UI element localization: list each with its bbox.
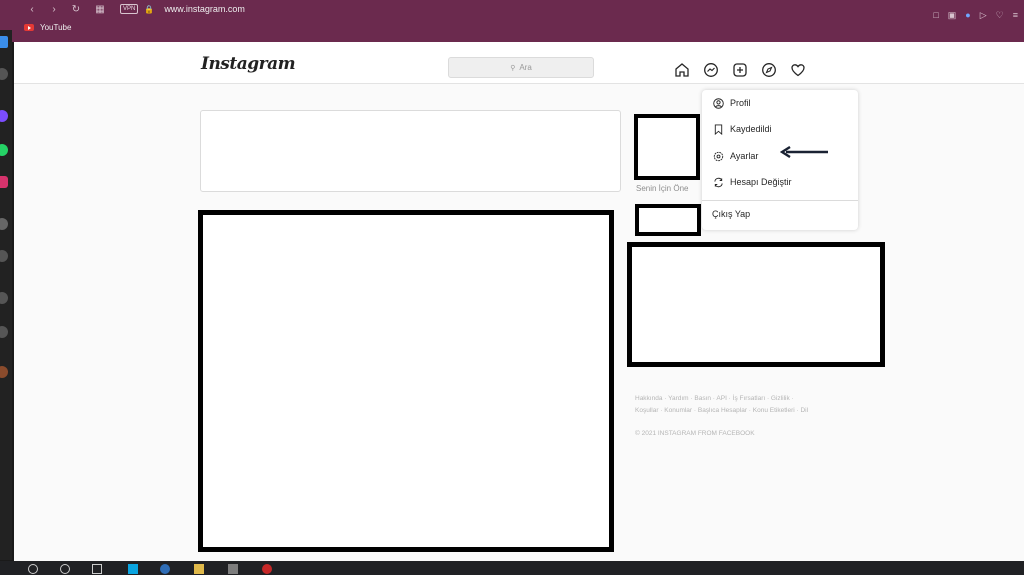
flow-icon[interactable]: ▷ <box>980 10 987 21</box>
menu-icon[interactable]: ≡ <box>1013 10 1018 21</box>
activity-heart-icon[interactable] <box>790 62 806 78</box>
profile-avatar-redacted <box>634 114 700 180</box>
extension-icons: □ ▣ ● ▷ ♡ ≡ <box>933 10 1018 21</box>
search-taskbar-icon[interactable] <box>28 564 38 574</box>
messenger-sidebar-icon[interactable] <box>0 110 8 122</box>
profile-dropdown-menu: Profil Kaydedildi Ayarlar Hesapı Değişti… <box>702 90 858 230</box>
menu-item-label: Kaydedildi <box>730 124 772 134</box>
bookmark-youtube[interactable]: YouTube <box>24 23 71 32</box>
url-field[interactable]: www.instagram.com <box>164 4 245 14</box>
logout-label: Çıkış Yap <box>712 209 751 219</box>
file-explorer-icon[interactable] <box>194 564 204 574</box>
profile-icon <box>712 97 724 109</box>
menu-item-switch-account[interactable]: Hesapı Değiştir <box>702 170 858 194</box>
lock-app-icon[interactable] <box>228 564 238 574</box>
tabs-grid-icon[interactable]: ▦ <box>94 3 106 15</box>
os-taskbar <box>0 561 1024 575</box>
home-icon[interactable] <box>674 62 690 78</box>
bookmark-label: YouTube <box>40 23 72 32</box>
wallet-icon[interactable]: ▣ <box>948 10 957 21</box>
heart-sidebar-icon[interactable] <box>0 292 8 304</box>
snapshot-icon[interactable]: □ <box>933 10 938 21</box>
extension-sidebar-icon[interactable] <box>0 366 8 378</box>
address-bar-row: ‹ › ↻ ▦ VPN 🔒 www.instagram.com <box>0 0 1024 18</box>
forward-icon[interactable]: › <box>48 3 60 15</box>
menu-item-profile[interactable]: Profil <box>702 91 858 115</box>
vpn-badge[interactable]: VPN <box>120 4 139 14</box>
menu-item-saved[interactable]: Kaydedildi <box>702 117 858 141</box>
instagram-sidebar-icon[interactable] <box>0 176 8 188</box>
search-icon: ⚲ <box>510 64 516 72</box>
nav-icon-row <box>674 62 806 78</box>
whatsapp-icon[interactable] <box>0 144 8 156</box>
switch-account-icon <box>712 176 724 188</box>
browser-sidebar <box>0 30 12 560</box>
menu-item-label: Hesapı Değiştir <box>730 177 792 187</box>
box-icon[interactable] <box>0 326 8 338</box>
suggestions-label: Senin İçin Öne <box>636 184 689 193</box>
suggestion-redacted <box>635 204 701 236</box>
footer-links-line-1[interactable]: Hakkında · Yardım · Basın · API · İş Fır… <box>635 393 865 405</box>
search-placeholder: Ara <box>519 63 532 72</box>
lock-icon[interactable]: 🔒 <box>144 5 154 14</box>
edge-icon[interactable] <box>160 564 170 574</box>
bookmark-icon <box>712 123 724 135</box>
opera-icon[interactable] <box>262 564 272 574</box>
instagram-page: Instagram ⚲ Ara Senin İçin Öne Hakkında … <box>14 42 1024 562</box>
stories-card <box>200 110 621 192</box>
explore-icon[interactable] <box>761 62 777 78</box>
feed-post-redacted <box>198 210 614 552</box>
history-icon[interactable] <box>0 218 8 230</box>
heart-icon[interactable]: ♡ <box>996 10 1004 21</box>
new-post-icon[interactable] <box>732 62 748 78</box>
speed-dial-icon[interactable] <box>0 36 8 48</box>
reload-icon[interactable]: ↻ <box>70 3 82 15</box>
task-view-icon[interactable] <box>92 564 102 574</box>
messenger-icon[interactable] <box>703 62 719 78</box>
browser-chrome: ‹ › ↻ ▦ VPN 🔒 www.instagram.com □ ▣ ● ▷ … <box>0 0 1024 42</box>
menu-item-logout[interactable]: Çıkış Yap <box>702 202 858 226</box>
cortana-icon[interactable] <box>60 564 70 574</box>
youtube-icon <box>24 24 34 31</box>
search-input[interactable]: ⚲ Ara <box>448 57 594 78</box>
annotation-arrow-icon <box>780 146 828 158</box>
footer-links-line-2[interactable]: Koşullar · Konumlar · Başlıca Hesaplar ·… <box>635 405 865 417</box>
instagram-logo[interactable]: Instagram <box>201 54 296 74</box>
menu-divider <box>702 200 858 201</box>
store-icon[interactable] <box>128 564 138 574</box>
footer-links: Hakkında · Yardım · Basın · API · İş Fır… <box>635 393 865 417</box>
back-icon[interactable]: ‹ <box>26 3 38 15</box>
menu-item-label: Ayarlar <box>730 151 759 161</box>
shield-icon[interactable]: ● <box>965 10 970 21</box>
home-sidebar-icon[interactable] <box>0 68 8 80</box>
send-icon[interactable] <box>0 250 8 262</box>
menu-item-label: Profil <box>730 98 751 108</box>
copyright-text: © 2021 INSTAGRAM FROM FACEBOOK <box>635 430 755 437</box>
suggestions-list-redacted <box>627 242 885 367</box>
settings-gear-icon <box>712 150 724 162</box>
instagram-header: Instagram ⚲ Ara <box>14 42 1024 84</box>
